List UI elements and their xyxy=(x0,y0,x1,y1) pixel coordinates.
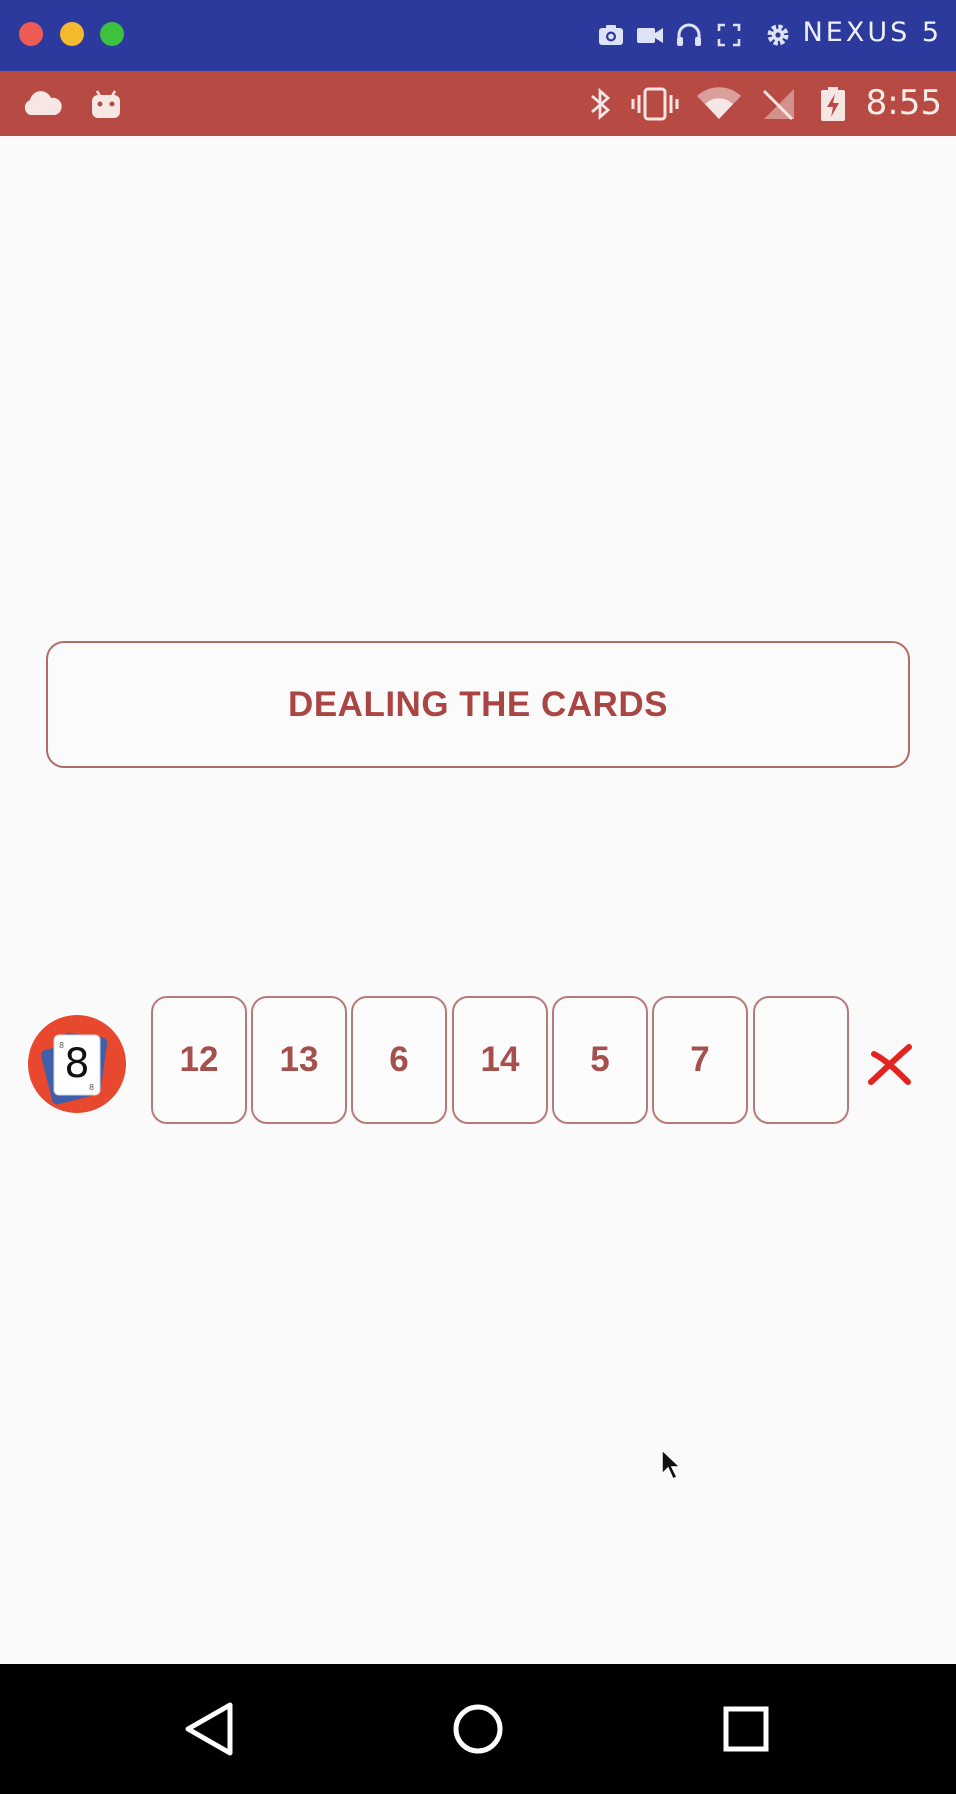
gear-icon[interactable] xyxy=(763,20,793,50)
window-zoom-button[interactable] xyxy=(100,22,124,46)
vibrate-icon xyxy=(631,87,679,121)
recents-icon[interactable] xyxy=(714,1697,778,1761)
status-bar: 8:55 xyxy=(0,71,956,136)
fullscreen-icon[interactable] xyxy=(714,20,744,50)
window-close-button[interactable] xyxy=(19,22,43,46)
camera-icon[interactable] xyxy=(596,20,626,50)
no-signal-icon xyxy=(762,89,794,121)
card-slot[interactable]: 12 xyxy=(151,996,247,1124)
bluetooth-icon xyxy=(591,87,611,121)
window-minimize-button[interactable] xyxy=(60,22,84,46)
back-icon[interactable] xyxy=(178,1697,242,1761)
android-icon xyxy=(92,90,120,118)
device-name: NEXUS 5 xyxy=(802,17,942,48)
mouse-cursor-icon xyxy=(661,1448,682,1481)
headphones-icon[interactable] xyxy=(674,20,704,50)
navigation-bar xyxy=(0,1664,956,1794)
card-slot[interactable]: 14 xyxy=(452,996,548,1124)
card-slot[interactable]: 13 xyxy=(251,996,347,1124)
cloud-icon xyxy=(24,91,62,115)
dealing-the-cards-button[interactable]: DEALING THE CARDS xyxy=(46,641,910,768)
clear-icon[interactable] xyxy=(866,1042,914,1090)
card-slot-empty[interactable] xyxy=(753,996,849,1124)
emulator-title-bar: NEXUS 5 xyxy=(0,0,956,71)
clock: 8:55 xyxy=(865,83,942,123)
card-slot[interactable]: 5 xyxy=(552,996,648,1124)
home-icon[interactable] xyxy=(446,1697,510,1761)
video-icon[interactable] xyxy=(635,20,665,50)
deck-count: 8 xyxy=(64,1041,90,1087)
card-slot[interactable]: 7 xyxy=(652,996,748,1124)
deck-avatar[interactable]: 8 8 8 xyxy=(28,1015,126,1113)
wifi-icon xyxy=(697,87,741,119)
battery-charging-icon xyxy=(821,87,845,121)
card-slot[interactable]: 6 xyxy=(351,996,447,1124)
